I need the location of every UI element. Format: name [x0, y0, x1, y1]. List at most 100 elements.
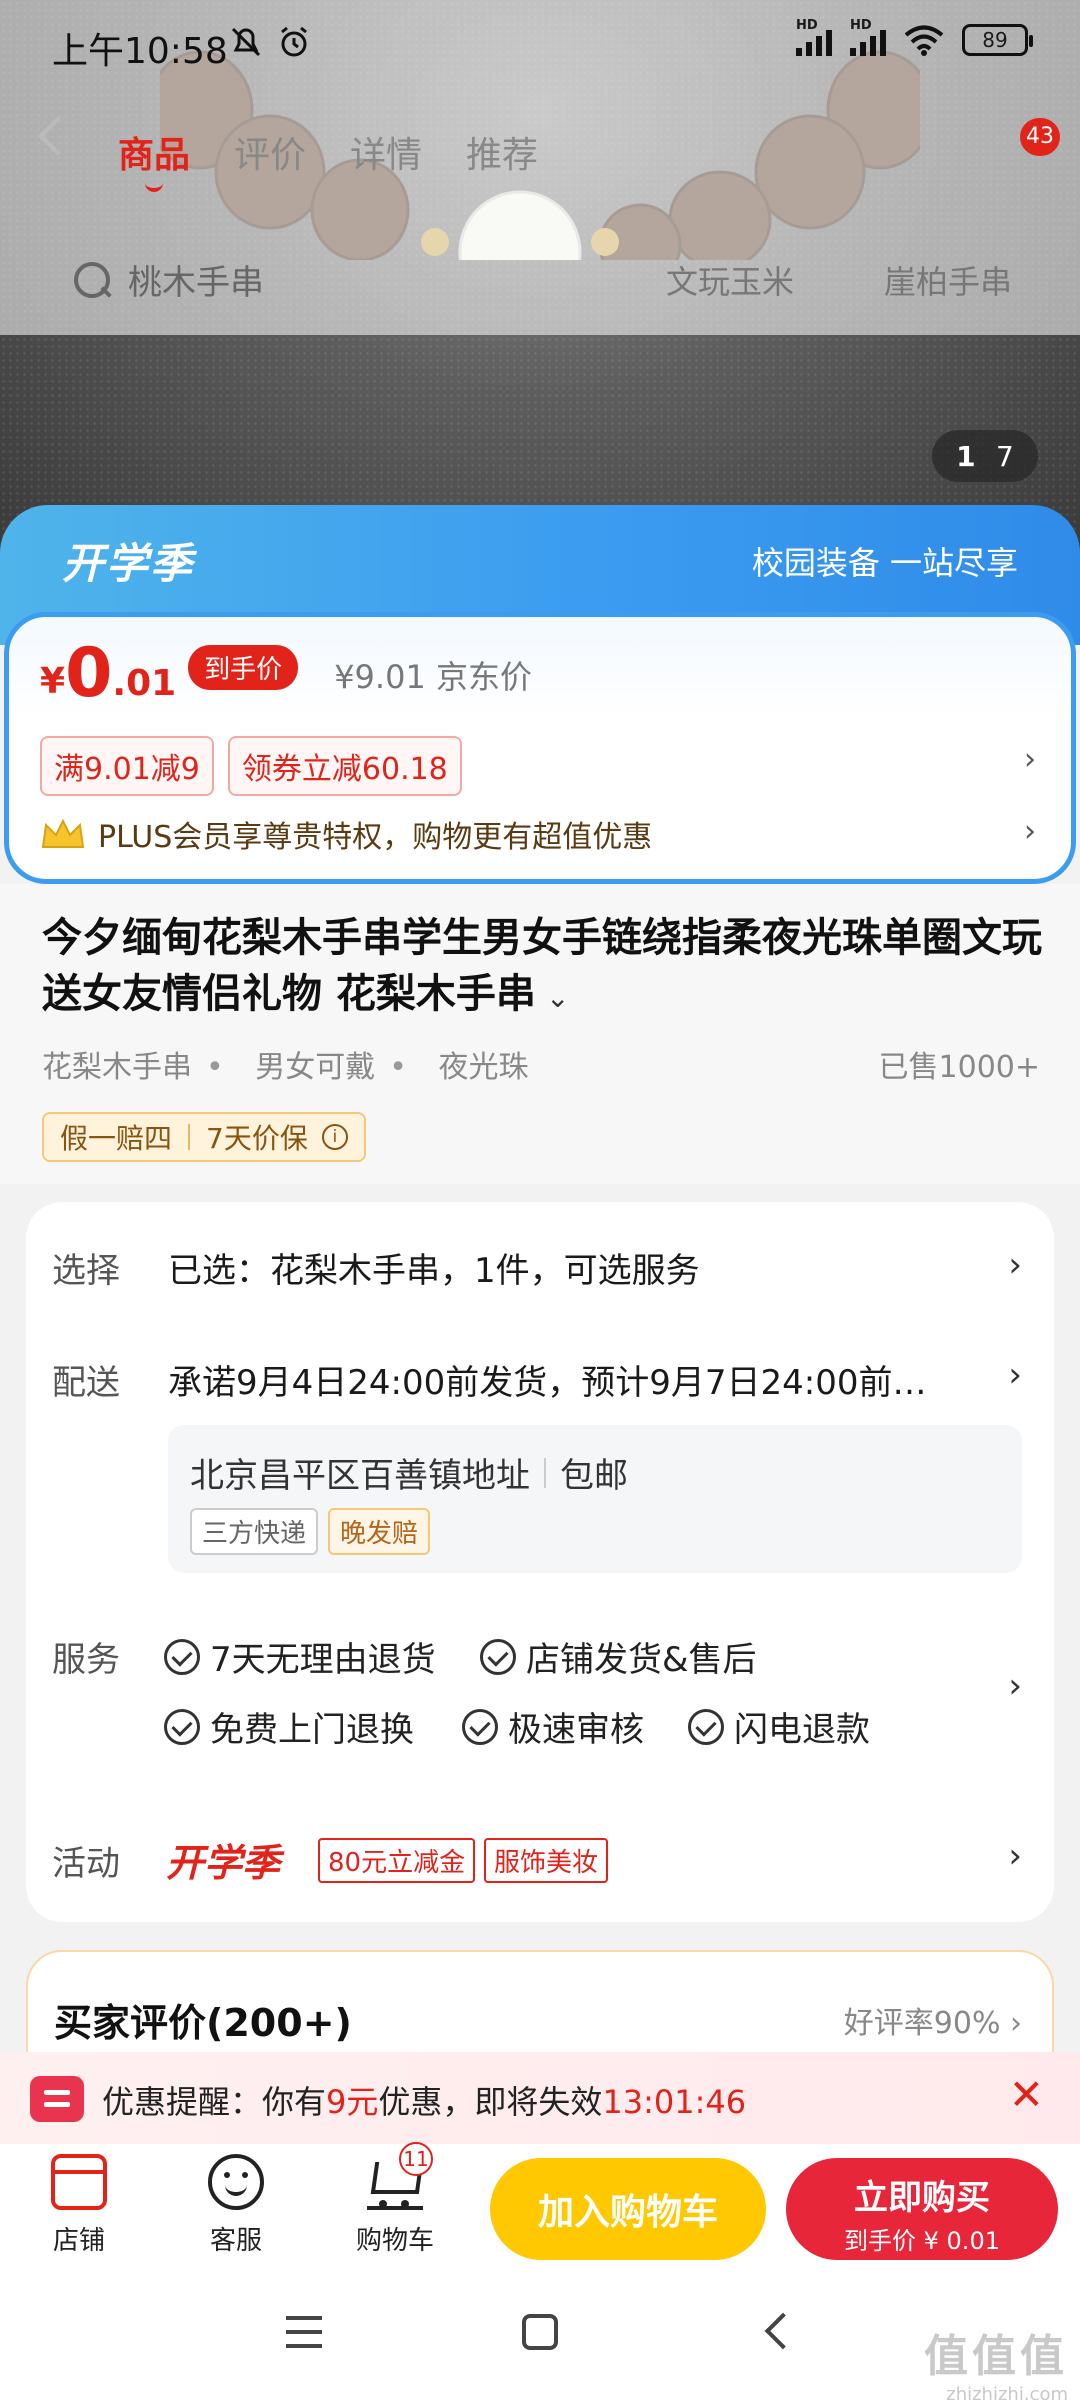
- service-chevron-icon[interactable]: ›: [1008, 1666, 1022, 1706]
- promo-text: 优惠提醒：你有9元优惠，即将失效13:01:46: [102, 2077, 746, 2123]
- select-text[interactable]: 已选：花梨木手串，1件，可选服务: [168, 1243, 700, 1292]
- menu-icon[interactable]: [286, 2316, 322, 2348]
- product-title[interactable]: 今夕缅甸花梨木手串学生男女手链绕指柔夜光珠单圈文玩送女友情侣礼物 花梨木手串 ⌄: [42, 910, 1042, 1026]
- sold-count: 已售1000+: [878, 1050, 1040, 1085]
- product-tag: 男女可戴: [255, 1050, 376, 1085]
- delivery-label: 配送: [52, 1363, 120, 1403]
- product-title-text: 今夕缅甸花梨木手串学生男女手链绕指柔夜光珠单圈文玩送女友情侣礼物 花梨木手串: [42, 915, 1042, 1017]
- delivery-text[interactable]: 承诺9月4日24:00前发货，预计9月7日24:00前…: [168, 1355, 927, 1404]
- check-circle-icon: [164, 1708, 200, 1745]
- product-tags: 花梨木手串 • 男女可戴 • 夜光珠: [42, 1050, 529, 1085]
- chevron-down-icon[interactable]: ⌄: [546, 981, 569, 1014]
- service-text: 7天无理由退货: [210, 1640, 436, 1680]
- buy-now-label: 立即购买: [854, 2178, 990, 2218]
- activity-logo: 开学季: [166, 1841, 281, 1885]
- promo-prefix: 优惠提醒：你有: [102, 2083, 327, 2121]
- coupon-tag[interactable]: 满9.01减9: [40, 736, 214, 796]
- service-item: 7天无理由退货: [164, 1632, 436, 1681]
- service-text: 闪电退款: [734, 1710, 870, 1750]
- product-tag: 花梨木手串: [42, 1050, 192, 1085]
- guarantee-badge[interactable]: 假一赔四 7天价保 i: [42, 1112, 366, 1162]
- service-item: 极速审核: [462, 1702, 644, 1751]
- battery-icon: 89: [962, 24, 1033, 56]
- coupon-tag[interactable]: 领券立减60.18: [227, 736, 462, 796]
- activity-tag[interactable]: 服饰美妆: [484, 1838, 609, 1883]
- cart-button[interactable]: 11 购物车: [340, 2142, 450, 2257]
- watermark-logo: 值值值: [924, 2331, 1068, 2382]
- service-text: 免费上门退换: [210, 1710, 414, 1750]
- home-icon[interactable]: [522, 2314, 558, 2350]
- price-line: ¥ 0 .01 到手价 ¥9.01 京东价: [40, 640, 532, 708]
- review-rate[interactable]: 好评率90% ›: [844, 1998, 1022, 2042]
- guarantee-item: 假一赔四: [60, 1122, 173, 1155]
- delivery-chevron-icon[interactable]: ›: [1008, 1355, 1022, 1395]
- image-total: 7: [996, 439, 1014, 473]
- plus-member-row[interactable]: PLUS会员享尊贵特权，购物更有超值优惠: [40, 812, 652, 856]
- info-icon[interactable]: i: [321, 1124, 348, 1150]
- price-integer: 0: [65, 634, 113, 713]
- customer-service-icon: [208, 2154, 264, 2210]
- cart-icon: 11: [367, 2142, 433, 2210]
- close-icon[interactable]: ✕: [1009, 2070, 1044, 2119]
- wifi-icon: [904, 25, 944, 56]
- service-item: 店铺发货&售后: [480, 1632, 757, 1681]
- tab-recommend[interactable]: 推荐: [466, 126, 538, 178]
- promo-countdown: 13:01:46: [602, 2083, 747, 2121]
- watermark: 值值值 zhizhizhi.com: [924, 2320, 1068, 2400]
- review-rate-text: 好评率90%: [843, 2006, 1001, 2041]
- mute-bell-icon: [231, 27, 261, 57]
- coupon-icon: [30, 2076, 84, 2122]
- buy-now-button[interactable]: 立即购买 到手价 ¥ 0.01: [786, 2158, 1058, 2260]
- check-circle-icon: [164, 1638, 200, 1675]
- guarantee-item: 7天价保: [206, 1122, 308, 1155]
- buy-now-price: 到手价 ¥ 0.01: [844, 2227, 1000, 2255]
- campaign-title: 开学季: [62, 539, 195, 588]
- plus-chevron-icon[interactable]: ›: [1024, 814, 1036, 849]
- product-tags-row: 花梨木手串 • 男女可戴 • 夜光珠 已售1000+: [42, 1042, 1040, 1086]
- product-tag: 夜光珠: [438, 1050, 529, 1085]
- coupon-list: 满9.01减9 领券立减60.18: [40, 736, 462, 796]
- currency-symbol: ¥: [40, 661, 66, 702]
- cart-count-badge: 11: [399, 2142, 433, 2176]
- message-badge[interactable]: 43: [1020, 118, 1060, 156]
- status-time: 上午10:58: [52, 31, 228, 72]
- search-bar[interactable]: 桃木手串 文玩玉米 崖柏手串: [72, 255, 1012, 304]
- select-label: 选择: [52, 1251, 120, 1291]
- coupon-chevron-icon[interactable]: ›: [1024, 742, 1036, 777]
- hot-word[interactable]: 文玩玉米: [666, 257, 794, 303]
- store-button[interactable]: 店铺: [24, 2154, 134, 2257]
- search-icon[interactable]: [72, 260, 112, 300]
- check-circle-icon: [688, 1708, 724, 1745]
- service-item: 免费上门退换: [164, 1702, 414, 1751]
- service-item: 闪电退款: [688, 1702, 870, 1751]
- hot-word[interactable]: 崖柏手串: [884, 257, 1012, 303]
- store-icon: [51, 2154, 107, 2210]
- image-counter: 1 7: [932, 430, 1038, 482]
- signal-icon-2: HD: [850, 18, 886, 56]
- top-tabs: 商品 评价 详情 推荐: [118, 126, 538, 192]
- service-button-label: 客服: [209, 2226, 262, 2256]
- tab-details[interactable]: 详情: [350, 126, 422, 178]
- shipping-text: 包邮: [560, 1456, 628, 1496]
- activity-chevron-icon[interactable]: ›: [1008, 1836, 1022, 1876]
- check-circle-icon: [480, 1638, 516, 1675]
- service-label: 服务: [52, 1640, 120, 1680]
- add-to-cart-button[interactable]: 加入购物车: [490, 2158, 766, 2260]
- hand-price-tag: 到手价: [188, 645, 299, 690]
- status-right-icons: HD HD 89: [796, 18, 1033, 56]
- address-line: 北京昌平区百善镇地址 包邮: [190, 1448, 628, 1497]
- search-query[interactable]: 桃木手串: [128, 255, 666, 304]
- activity-tag[interactable]: 80元立减金: [318, 1838, 476, 1883]
- customer-service-button[interactable]: 客服: [181, 2154, 291, 2257]
- service-text: 店铺发货&售后: [526, 1640, 757, 1680]
- select-chevron-icon[interactable]: ›: [1008, 1245, 1022, 1285]
- image-current: 1: [956, 439, 976, 473]
- price-decimal: .01: [112, 663, 177, 704]
- address-tag: 三方快递: [190, 1508, 319, 1555]
- jd-price: ¥9.01 京东价: [334, 658, 532, 696]
- signal-icon: HD: [796, 18, 832, 56]
- tab-reviews[interactable]: 评价: [234, 126, 306, 178]
- hot-words: 文玩玉米 崖柏手串: [666, 257, 1012, 303]
- tab-product[interactable]: 商品: [118, 126, 190, 192]
- promo-amount: 9元: [326, 2083, 379, 2121]
